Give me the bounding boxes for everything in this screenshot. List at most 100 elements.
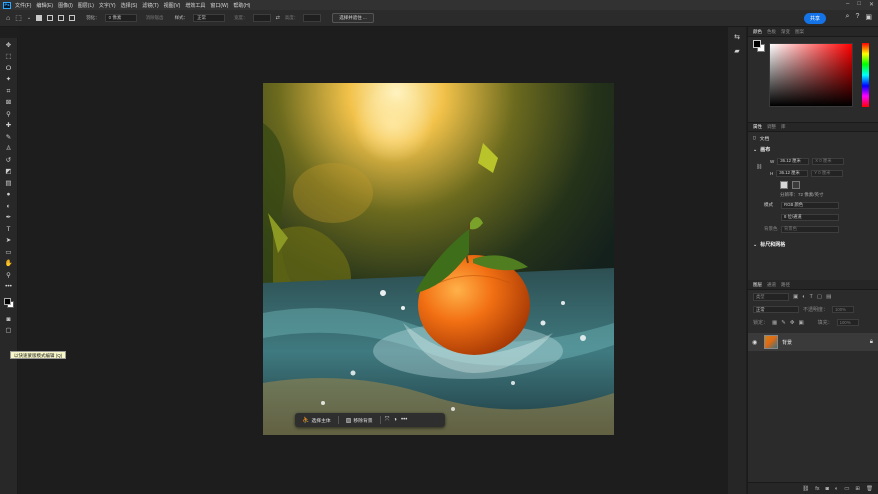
crop-tool-icon[interactable]: ⌗ bbox=[3, 86, 15, 98]
healing-brush-tool-icon[interactable]: ✚ bbox=[3, 121, 15, 133]
history-brush-tool-icon[interactable]: ↺ bbox=[3, 155, 15, 167]
background-color-select[interactable]: 背景色 bbox=[781, 225, 839, 233]
panel-foreground-swatch[interactable] bbox=[753, 40, 761, 48]
type-filter-icon[interactable]: T bbox=[810, 294, 813, 300]
bit-depth-select[interactable]: 8 位/通道 bbox=[781, 213, 839, 221]
menu-type[interactable]: 文字(Y) bbox=[99, 2, 116, 9]
tab-swatches[interactable]: 色板 bbox=[767, 29, 776, 35]
color-swatches[interactable] bbox=[3, 297, 15, 311]
shape-filter-icon[interactable]: ▢ bbox=[817, 294, 822, 300]
new-selection-icon[interactable] bbox=[36, 15, 43, 21]
landscape-orientation-button[interactable] bbox=[792, 180, 800, 189]
link-icon[interactable]: ⛓ bbox=[756, 164, 762, 170]
transform-icon[interactable]: ⤧ bbox=[385, 417, 390, 424]
menu-select[interactable]: 选择(S) bbox=[121, 2, 138, 9]
menu-help[interactable]: 帮助(H) bbox=[233, 2, 250, 9]
menu-layer[interactable]: 图层(L) bbox=[78, 2, 94, 9]
hand-tool-icon[interactable]: ✋ bbox=[3, 259, 15, 271]
minimize-icon[interactable]: – bbox=[846, 1, 849, 8]
lock-position-icon[interactable]: ✥ bbox=[790, 320, 795, 326]
share-button[interactable]: 共享 bbox=[804, 13, 826, 24]
adjustment-icon[interactable]: ◑ bbox=[393, 417, 397, 423]
tab-paths[interactable]: 路径 bbox=[781, 282, 790, 288]
group-folder-icon[interactable]: ▭ bbox=[844, 486, 849, 492]
fx-icon[interactable]: fx bbox=[815, 486, 819, 492]
path-selection-tool-icon[interactable]: ➤ bbox=[3, 236, 15, 248]
layer-row[interactable]: ◉ 背景 🔒︎ bbox=[748, 333, 878, 351]
smart-object-filter-icon[interactable]: ▤ bbox=[826, 294, 831, 300]
lock-pixels-icon[interactable]: ✎ bbox=[781, 320, 786, 326]
lock-all-icon[interactable]: ▣ bbox=[798, 320, 803, 326]
color-picker-field[interactable] bbox=[769, 43, 853, 107]
pixel-filter-icon[interactable]: ▣ bbox=[793, 294, 798, 300]
comments-icon[interactable]: ▰ bbox=[734, 47, 739, 55]
menu-window[interactable]: 窗口(W) bbox=[210, 2, 228, 9]
select-and-mask-button[interactable]: 选择并遮住 ... bbox=[332, 13, 374, 23]
rectangle-tool-icon[interactable]: ▭ bbox=[3, 247, 15, 259]
pen-tool-icon[interactable]: ✒ bbox=[3, 213, 15, 225]
tab-adjustments[interactable]: 调整 bbox=[767, 124, 776, 130]
canvas-y-input[interactable]: Y 0 厘米 bbox=[811, 169, 844, 177]
more-tools-icon[interactable]: ••• bbox=[3, 282, 15, 294]
close-icon[interactable]: ✕ bbox=[869, 1, 874, 8]
layer-kind-filter[interactable]: 类型 bbox=[753, 292, 789, 301]
antialias-checkbox[interactable]: 消除锯齿 bbox=[146, 15, 164, 21]
style-select[interactable]: 正常 bbox=[193, 14, 226, 22]
trash-icon[interactable]: 🗑︎ bbox=[866, 486, 873, 492]
lock-icon[interactable]: 🔒︎ bbox=[870, 339, 873, 346]
eyedropper-tool-icon[interactable]: ⚲ bbox=[3, 109, 15, 121]
brush-tool-icon[interactable]: ✎ bbox=[3, 132, 15, 144]
eraser-tool-icon[interactable]: ◩ bbox=[3, 167, 15, 179]
opacity-input[interactable]: 100% bbox=[832, 306, 855, 313]
dodge-tool-icon[interactable]: ◐ bbox=[3, 201, 15, 213]
select-subject-button[interactable]: ⛹ 选择主体 bbox=[299, 417, 334, 424]
mode-select[interactable]: RGB 颜色 bbox=[781, 201, 839, 209]
portrait-orientation-button[interactable] bbox=[780, 180, 788, 189]
lock-transparent-icon[interactable]: ▦ bbox=[772, 320, 777, 326]
type-tool-icon[interactable]: T bbox=[3, 224, 15, 236]
layer-name[interactable]: 背景 bbox=[782, 339, 792, 346]
add-mask-icon[interactable]: ◙ bbox=[826, 486, 829, 492]
tab-color[interactable]: 颜色 bbox=[753, 29, 762, 35]
tab-gradients[interactable]: 渐变 bbox=[781, 29, 790, 35]
magic-wand-tool-icon[interactable]: ✦ bbox=[3, 75, 15, 87]
menu-plugins[interactable]: 增效工具 bbox=[185, 2, 205, 9]
maximize-icon[interactable]: □ bbox=[857, 1, 861, 8]
canvas-height-input[interactable]: 36.12 厘米 bbox=[776, 169, 809, 177]
adjustment-layer-icon[interactable]: ◐ bbox=[835, 486, 838, 492]
eye-icon[interactable]: ◉ bbox=[752, 339, 760, 346]
home-icon[interactable]: ⌂ bbox=[6, 15, 10, 22]
search-icon[interactable]: ⌕ bbox=[846, 13, 850, 21]
blend-mode-select[interactable]: 正常 bbox=[753, 306, 799, 313]
clone-stamp-tool-icon[interactable]: ♙ bbox=[3, 144, 15, 156]
history-icon[interactable]: ⇆ bbox=[734, 33, 740, 41]
intersect-selection-icon[interactable] bbox=[69, 15, 76, 21]
workspace-icon[interactable]: ▣ bbox=[865, 13, 872, 21]
link-layers-icon[interactable]: ⛓ bbox=[802, 486, 809, 492]
canvas-section-header[interactable]: ⌄ 画布 bbox=[748, 144, 878, 155]
menu-filter[interactable]: 滤镜(T) bbox=[142, 2, 158, 9]
lasso-tool-icon[interactable]: ⵔ bbox=[3, 63, 15, 75]
subtract-selection-icon[interactable] bbox=[58, 15, 65, 21]
tab-channels[interactable]: 通道 bbox=[767, 282, 776, 288]
remove-background-button[interactable]: ▨ 移除背景 bbox=[343, 417, 376, 424]
foreground-color-swatch[interactable] bbox=[3, 298, 11, 305]
chevron-down-icon[interactable]: ⌄ bbox=[27, 15, 31, 21]
help-icon[interactable]: ? bbox=[855, 13, 859, 21]
screen-mode-icon[interactable]: ▢ bbox=[3, 326, 15, 338]
rulers-section-header[interactable]: ⌄ 标尺和网格 bbox=[748, 239, 878, 250]
tab-libraries[interactable]: 库 bbox=[781, 124, 786, 130]
quick-mask-icon[interactable]: ◙ bbox=[3, 314, 15, 326]
add-selection-icon[interactable] bbox=[47, 15, 54, 21]
feather-input[interactable]: 0 像素 bbox=[104, 14, 137, 22]
tab-layers[interactable]: 图层 bbox=[753, 282, 762, 288]
width-input[interactable] bbox=[252, 14, 271, 22]
marquee-tool-icon[interactable]: ⬚ bbox=[3, 52, 15, 64]
new-layer-icon[interactable]: ⊞ bbox=[855, 486, 860, 492]
move-tool-icon[interactable]: ✥ bbox=[3, 40, 15, 52]
fill-input[interactable]: 100% bbox=[836, 319, 859, 326]
swap-dimensions-icon[interactable]: ⇄ bbox=[276, 15, 280, 21]
more-options-icon[interactable]: ••• bbox=[401, 417, 407, 423]
menu-file[interactable]: 文件(F) bbox=[15, 2, 31, 9]
hue-slider[interactable] bbox=[862, 43, 869, 107]
